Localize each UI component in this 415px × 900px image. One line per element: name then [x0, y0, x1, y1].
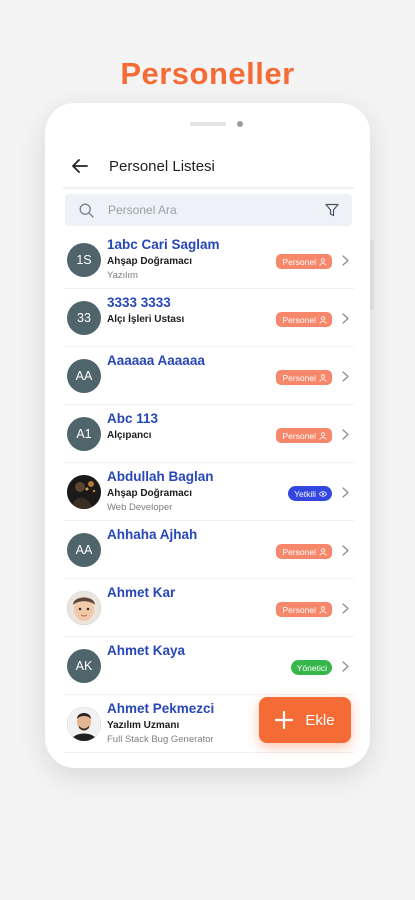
person-icon — [319, 315, 327, 324]
role-badge-label: Yetkili — [294, 488, 316, 499]
phone-frame: Personel Listesi 1S 1abc Cari Saglam Ahşap… — [45, 103, 370, 768]
chevron-right-icon — [340, 254, 350, 266]
phone-side-button — [370, 240, 374, 310]
list-item[interactable]: Abdullah Baglan Ahşap Doğramacı Web Develo… — [63, 463, 354, 521]
arrow-left-icon — [72, 159, 88, 173]
person-subtitle: Web Developer — [107, 502, 173, 513]
person-name: Ahmet Pekmezci — [107, 701, 215, 716]
role-badge: Personel — [276, 370, 332, 385]
role-badge: Personel — [276, 312, 332, 327]
list-item[interactable]: Ahmet Kar Personel — [63, 579, 354, 637]
avatar-photo — [67, 591, 101, 625]
plus-icon — [275, 711, 294, 729]
list-item[interactable]: 33 3333 3333 Alçı İşleri Ustası Personel — [63, 289, 354, 347]
chevron-right-icon — [340, 312, 350, 324]
avatar-photo — [67, 707, 101, 741]
chevron-right-icon — [340, 486, 350, 498]
avatar: AA — [67, 359, 101, 393]
list-item[interactable]: AK Ahmet Kaya Yönetici — [63, 637, 354, 695]
person-title: Alçıpancı — [107, 430, 152, 441]
person-subtitle: Yazılım — [107, 270, 138, 281]
list-item[interactable]: AA Aaaaaa Aaaaaa Personel — [63, 347, 354, 405]
page-title: Personel Listesi — [109, 157, 215, 175]
person-icon — [319, 605, 327, 614]
avatar: 33 — [67, 301, 101, 335]
app-bar: Personel Listesi — [45, 143, 370, 189]
person-title: Ahşap Doğramacı — [107, 488, 193, 499]
list-item[interactable]: A1 Abc 113 Alçıpancı Personel — [63, 405, 354, 463]
chevron-right-icon — [340, 544, 350, 556]
avatar: AK — [67, 649, 101, 683]
person-name: Abdullah Baglan — [107, 469, 214, 484]
role-badge: Personel — [276, 254, 332, 269]
chevron-right-icon — [340, 602, 350, 614]
role-badge-label: Personel — [282, 256, 316, 267]
avatar — [67, 591, 101, 625]
add-button-label: Ekle — [305, 711, 335, 729]
phone-speaker — [190, 122, 226, 126]
search-input[interactable] — [108, 203, 322, 217]
person-title: Yazılım Uzmanı — [107, 720, 180, 731]
chevron-right-icon — [340, 370, 350, 382]
person-name: 1abc Cari Saglam — [107, 237, 220, 252]
role-badge-label: Personel — [282, 546, 316, 557]
person-name: 3333 3333 — [107, 295, 171, 310]
search-bar — [65, 194, 352, 226]
promo-title: Personeller — [120, 56, 295, 91]
filter-button[interactable] — [322, 200, 342, 220]
list-item[interactable]: 1S 1abc Cari Saglam Ahşap Doğramacı Yazılım… — [63, 231, 354, 289]
role-badge: Yönetici — [290, 660, 332, 675]
person-title: Ahşap Doğramacı — [107, 256, 193, 267]
person-name: Ahhaha Ajhah — [107, 527, 198, 542]
person-name: Abc 113 — [107, 411, 159, 426]
person-subtitle: Full Stack Bug Generator — [107, 734, 214, 745]
role-badge-label: Personel — [282, 314, 316, 325]
avatar: 1S — [67, 243, 101, 277]
personnel-list: 1S 1abc Cari Saglam Ahşap Doğramacı Yazılım… — [63, 231, 354, 753]
person-title: Alçı İşleri Ustası — [107, 314, 185, 325]
chevron-right-icon — [340, 428, 350, 440]
avatar: AA — [67, 533, 101, 567]
filter-icon — [325, 203, 339, 217]
list-item[interactable]: AA Ahhaha Ajhah Personel — [63, 521, 354, 579]
person-icon — [319, 257, 327, 266]
role-badge: Personel — [276, 602, 332, 617]
avatar — [67, 707, 101, 741]
eye-icon — [319, 490, 327, 497]
person-name: Aaaaaa Aaaaaa — [107, 353, 205, 368]
role-badge: Yetkili — [288, 486, 332, 501]
app-bar-divider — [63, 187, 354, 189]
role-badge: Personel — [276, 428, 332, 443]
avatar: A1 — [67, 417, 101, 451]
back-button[interactable] — [65, 151, 95, 181]
add-button[interactable]: Ekle — [259, 697, 351, 743]
role-badge-label: Personel — [282, 604, 316, 615]
phone-camera — [237, 121, 243, 127]
person-name: Ahmet Kaya — [107, 643, 186, 658]
avatar-photo — [67, 475, 101, 509]
role-badge-label: Yönetici — [296, 662, 327, 673]
person-icon — [319, 547, 327, 556]
person-icon — [319, 431, 327, 440]
role-badge-label: Personel — [282, 372, 316, 383]
search-icon — [79, 202, 94, 218]
person-icon — [319, 373, 327, 382]
role-badge-label: Personel — [282, 430, 316, 441]
avatar — [67, 475, 101, 509]
role-badge: Personel — [276, 544, 332, 559]
chevron-right-icon — [340, 660, 350, 672]
person-name: Ahmet Kar — [107, 585, 176, 600]
